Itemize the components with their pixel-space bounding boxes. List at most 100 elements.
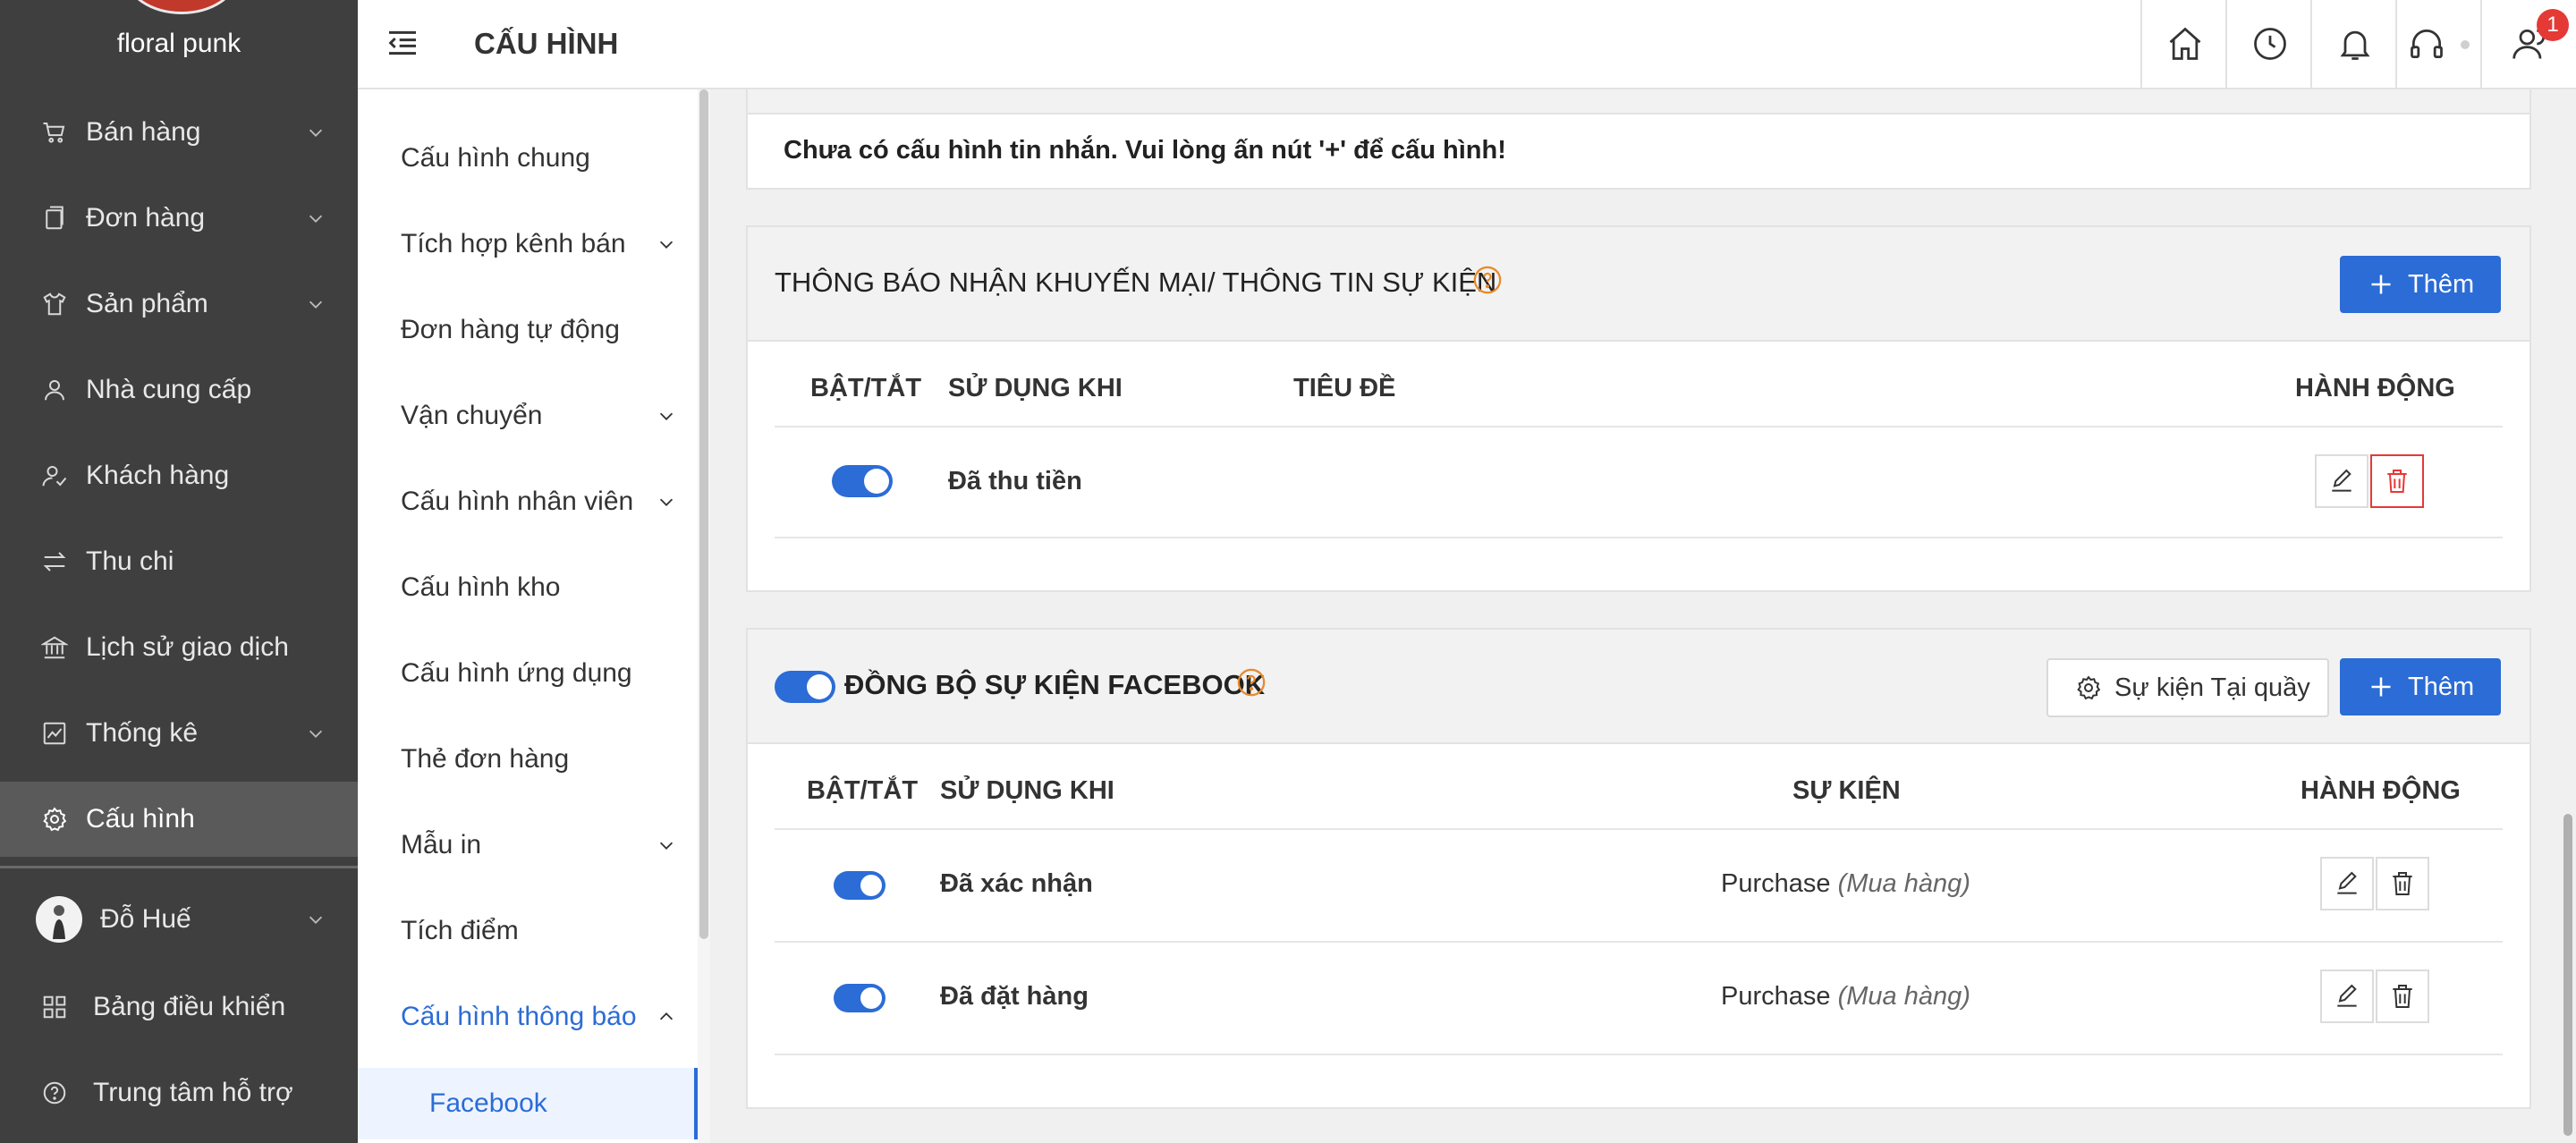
submenu-item-label: Cấu hình kho [401,572,561,602]
event-note: (Mua hàng) [1837,982,1970,1011]
submenu-item-cau-hinh-chung[interactable]: Cấu hình chung [358,118,698,199]
promo-row-use-when: Đã thu tiền [948,467,1082,495]
chevron-down-icon [309,215,323,223]
support-button[interactable] [2395,0,2482,88]
table-divider [775,941,2503,943]
edit-icon [2332,469,2351,492]
trash-icon [2387,470,2407,493]
sidebar-item-thong-ke[interactable]: Thống kê [0,696,358,771]
sidebar-item-cau-hinh[interactable]: Cấu hình [0,782,358,857]
sidebar-item-ban-hang[interactable]: Bán hàng [0,95,358,170]
edit-button[interactable] [2315,454,2368,508]
home-button[interactable] [2140,0,2227,88]
chevron-down-icon [309,730,323,738]
sidebar-item-label: Thống kê [86,718,199,748]
headset-icon [2410,30,2443,59]
help-circle-icon[interactable] [1472,265,1503,295]
chevron-down-icon [659,412,674,420]
table-divider [775,828,2503,830]
facebook-row-toggle[interactable] [834,984,886,1012]
orders-icon [46,206,64,230]
customer-icon [42,466,67,487]
delete-button[interactable] [2376,857,2429,910]
submenu-item-tich-hop-kenh-ban[interactable]: Tích hợp kênh bán [358,204,698,284]
submenu-item-don-hang-tu-dong[interactable]: Đơn hàng tự động [358,290,698,370]
user-avatar-image [53,905,65,939]
gear-icon [2077,675,2101,700]
sidebar-item-label: Khách hàng [86,461,230,490]
submenu-item-cau-hinh-thong-bao[interactable]: Cấu hình thông báo [358,977,698,1057]
submenu-item-the-don-hang[interactable]: Thẻ đơn hàng [358,719,698,800]
history-button[interactable] [2225,0,2312,88]
edit-button[interactable] [2320,969,2374,1023]
add-promo-button[interactable]: Thêm [2340,256,2501,313]
submenu-item-label: Cấu hình chung [401,143,590,173]
submenu-item-mau-in[interactable]: Mẫu in [358,805,698,885]
submenu-item-facebook[interactable]: Facebook [358,1068,698,1139]
submenu-item-label: Thẻ đơn hàng [401,744,570,774]
submenu-item-label: Cấu hình nhân viên [401,487,634,516]
facebook-row-toggle[interactable] [834,871,886,900]
bank-icon [41,636,68,659]
gear-icon [43,807,67,832]
sidebar-item-don-hang[interactable]: Đơn hàng [0,181,358,256]
menu-collapse-icon[interactable] [385,25,420,61]
promo-row-toggle[interactable] [832,465,893,497]
event-name: Purchase [1721,982,1831,1011]
notifications-button[interactable] [2310,0,2397,88]
column-header-use-when: SỬ DỤNG KHI [948,374,1123,402]
chevron-down-icon [659,498,674,506]
submenu-item-label: Tích hợp kênh bán [401,229,626,258]
submenu-scrollbar[interactable] [699,89,708,939]
edit-icon [2337,984,2357,1007]
sidebar-item-khach-hang[interactable]: Khách hàng [0,438,358,513]
notification-badge: 1 [2537,9,2569,41]
column-header-title: TIÊU ĐỀ [1293,374,1396,402]
add-facebook-event-button[interactable]: Thêm [2340,658,2501,715]
card-header: THÔNG BÁO NHẬN KHUYẾN MẠI/ THÔNG TIN SỰ … [748,227,2529,342]
sidebar-item-label: Lịch sử giao dịch [86,632,289,662]
submenu-item-cau-hinh-kho[interactable]: Cấu hình kho [358,547,698,628]
submenu-item-label: Vận chuyển [401,401,543,430]
sidebar-item-nha-cung-cap[interactable]: Nhà cung cấp [0,352,358,428]
submenu-item-tich-diem[interactable]: Tích điểm [358,891,698,971]
trash-icon [2393,985,2412,1008]
sidebar-item-label: Bán hàng [86,117,201,147]
sidebar-item-label: Trung tâm hỗ trợ [93,1078,293,1107]
submenu-item-van-chuyen[interactable]: Vận chuyển [358,376,698,456]
delete-button[interactable] [2370,454,2424,508]
chevron-down-icon [309,129,323,137]
add-button-label: Thêm [2408,672,2475,701]
table-divider [775,426,2503,428]
page-title: CẤU HÌNH [474,27,619,60]
chevron-down-icon [309,301,323,309]
sidebar-item-thu-chi[interactable]: Thu chi [0,524,358,599]
avatar[interactable] [36,896,82,943]
sidebar-item-trung-tam-ho-tro[interactable]: Trung tâm hỗ trợ [0,1055,358,1130]
event-note: (Mua hàng) [1837,869,1970,898]
sidebar-item-san-pham[interactable]: Sản phẩm [0,267,358,342]
account-button[interactable]: 1 [2480,0,2576,88]
edit-button[interactable] [2320,857,2374,910]
facebook-row-use-when: Đã xác nhận [940,869,1093,898]
delete-button[interactable] [2376,969,2429,1023]
submenu-item-label: Cấu hình ứng dụng [401,658,632,688]
main-scrollbar[interactable] [2563,814,2572,1136]
counter-events-label: Sự kiện Tại quầy [2114,673,2310,702]
chevron-up-icon [659,1012,674,1020]
table-divider [775,1054,2503,1055]
card-header-strip [748,89,2529,114]
help-circle-icon[interactable] [1236,667,1267,698]
facebook-row-use-when: Đã đặt hàng [940,982,1089,1011]
submenu-item-cau-hinh-nhan-vien[interactable]: Cấu hình nhân viên [358,461,698,542]
submenu-item-cau-hinh-ung-dung[interactable]: Cấu hình ứng dụng [358,633,698,714]
sidebar-item-lich-su-giao-dich[interactable]: Lịch sử giao dịch [0,610,358,685]
column-header-event: SỰ KIỆN [1792,776,1901,805]
shirt-icon [43,292,66,316]
sidebar-item-bang-dieu-khien[interactable]: Bảng điều khiển [0,969,358,1045]
submenu-item-label: Mẫu in [401,830,482,859]
chevron-down-icon [659,241,674,249]
plus-icon [2371,677,2391,697]
facebook-sync-toggle[interactable] [775,671,835,703]
counter-events-button[interactable]: Sự kiện Tại quầy [2046,658,2329,717]
